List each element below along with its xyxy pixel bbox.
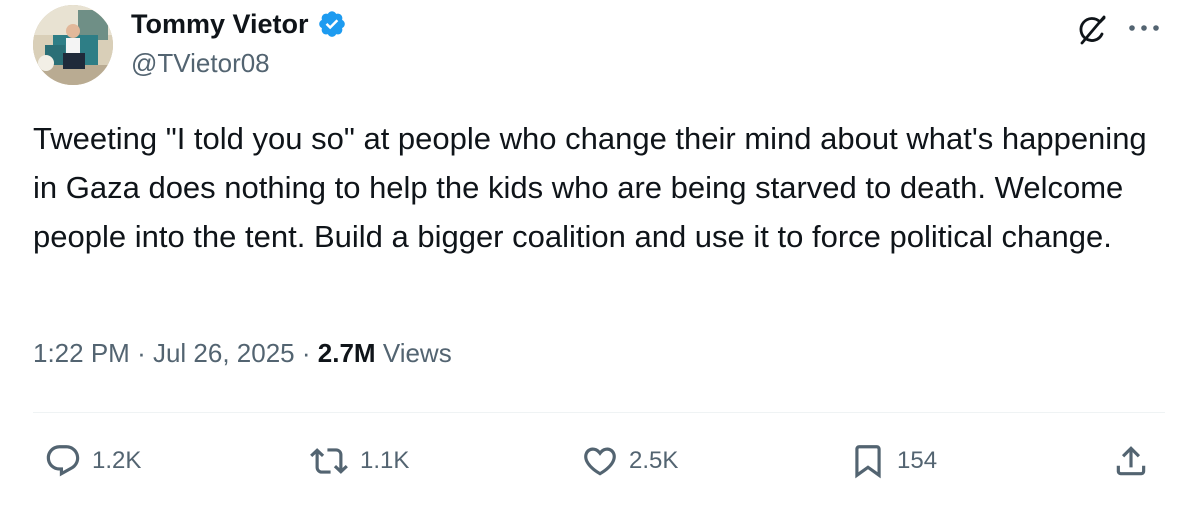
reply-icon <box>46 445 80 477</box>
repost-icon <box>310 448 348 474</box>
repost-button[interactable]: 1.1K <box>308 436 409 486</box>
reply-count: 1.2K <box>92 447 142 474</box>
meta-separator: · <box>301 338 311 368</box>
action-bar: 1.2K 1.1K 2.5K 154 <box>0 436 1196 486</box>
author-display-name[interactable]: Tommy Vietor <box>131 9 309 40</box>
verified-badge-icon[interactable] <box>317 9 347 39</box>
tweet-meta: 1:22 PM · Jul 26, 2025 · 2.7M Views <box>33 338 452 369</box>
author-name-row: Tommy Vietor <box>131 6 347 42</box>
views-count[interactable]: 2.7M <box>318 338 376 368</box>
like-button[interactable]: 2.5K <box>581 436 678 486</box>
tweet-date[interactable]: Jul 26, 2025 <box>153 338 295 368</box>
meta-separator: · <box>137 338 146 368</box>
share-button[interactable] <box>1112 436 1150 486</box>
tweet-text: Tweeting "I told you so" at people who c… <box>33 121 1156 254</box>
heart-icon <box>584 447 616 476</box>
reply-button[interactable]: 1.2K <box>44 436 141 486</box>
grok-icon[interactable] <box>1074 12 1110 48</box>
like-count: 2.5K <box>629 447 679 474</box>
tweet-time[interactable]: 1:22 PM <box>33 338 130 368</box>
share-icon <box>1116 446 1146 476</box>
avatar-photo <box>33 5 113 85</box>
bookmark-count: 154 <box>897 447 938 474</box>
views-label: Views <box>382 338 452 368</box>
bookmark-icon <box>855 445 881 479</box>
avatar[interactable] <box>33 5 113 85</box>
author-handle[interactable]: @TVietor08 <box>131 48 270 79</box>
tweet-card: Tommy Vietor @TVietor08 Tweeting "I told… <box>0 0 1196 512</box>
bookmark-button[interactable]: 154 <box>849 436 937 486</box>
repost-count: 1.1K <box>360 447 410 474</box>
more-icon[interactable] <box>1126 18 1162 38</box>
divider <box>33 412 1165 413</box>
